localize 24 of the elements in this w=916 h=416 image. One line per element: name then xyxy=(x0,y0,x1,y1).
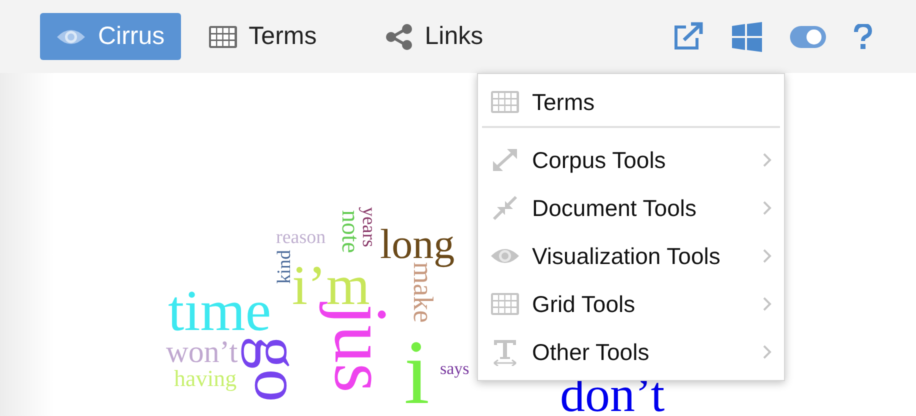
menu-item[interactable]: Document Tools xyxy=(478,184,784,232)
menu-item[interactable]: Other Tools xyxy=(478,328,784,376)
help-icon[interactable] xyxy=(854,24,872,50)
table-icon xyxy=(491,293,519,315)
table-icon xyxy=(491,91,519,113)
toggle-icon[interactable] xyxy=(790,26,826,48)
menu-item[interactable]: Corpus Tools xyxy=(478,136,784,184)
menu-item[interactable]: Terms xyxy=(478,78,784,126)
table-icon xyxy=(208,26,237,48)
windows-icon[interactable] xyxy=(732,22,762,52)
external-link-icon[interactable] xyxy=(672,22,704,52)
cloud-word[interactable]: says xyxy=(440,362,470,376)
tab[interactable]: Terms xyxy=(192,13,333,60)
cloud-word[interactable]: years xyxy=(360,207,378,248)
cloud-word[interactable]: kind xyxy=(276,250,294,284)
tab[interactable]: Links xyxy=(368,13,500,60)
text-size-icon xyxy=(491,338,519,366)
expand-arrows-icon xyxy=(491,147,519,173)
eye-icon xyxy=(490,246,520,266)
share-icon xyxy=(384,24,413,50)
collapse-arrows-icon xyxy=(491,195,519,221)
menu-item[interactable]: Visualization Tools xyxy=(478,232,784,280)
menu-item[interactable]: Grid Tools xyxy=(478,280,784,328)
cloud-word[interactable]: go xyxy=(240,336,313,402)
